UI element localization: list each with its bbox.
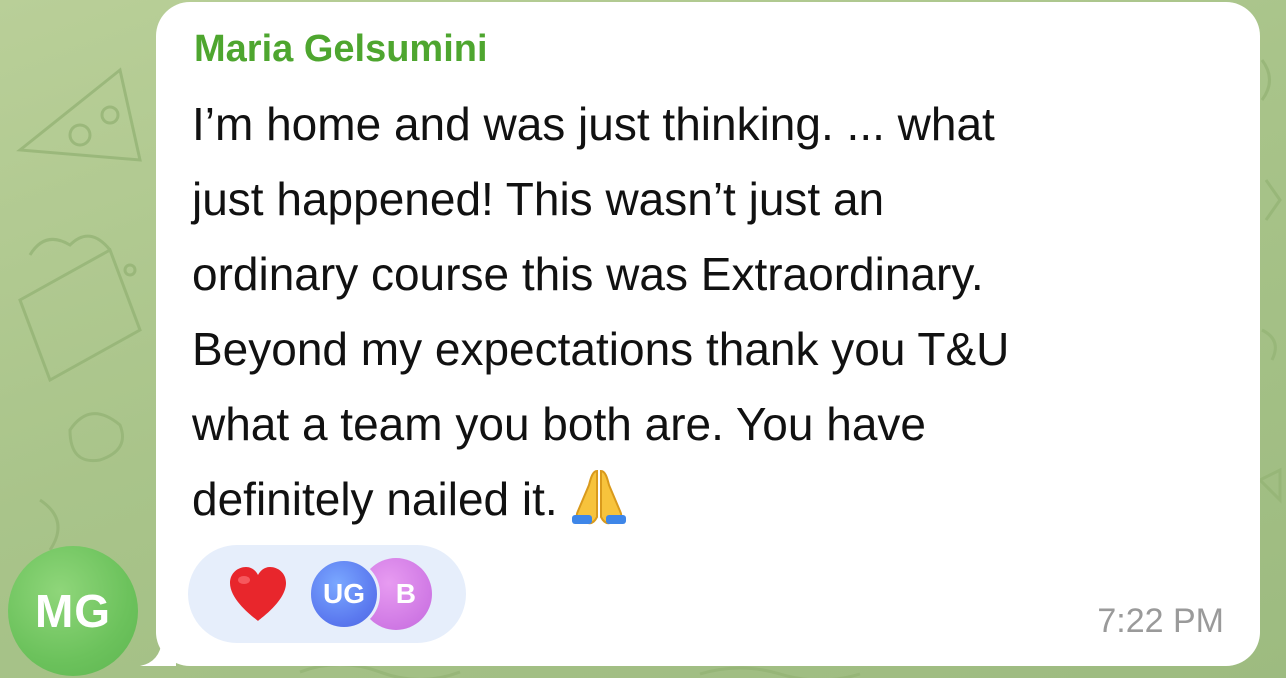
- message-line: Beyond my expectations thank you T&U: [192, 323, 1010, 375]
- reactor-avatar-ug[interactable]: UG: [308, 558, 380, 630]
- avatar-initials: MG: [34, 585, 112, 637]
- message-text: I’m home and was just thinking. ... what…: [192, 87, 1232, 547]
- sender-name[interactable]: Maria Gelsumini: [194, 28, 488, 71]
- reaction-pill[interactable]: B UG: [188, 545, 466, 643]
- message-line: I’m home and was just thinking. ... what: [192, 98, 995, 150]
- message-line: what a team you both are. You have: [192, 398, 926, 450]
- avatar[interactable]: MG: [8, 546, 138, 676]
- folded-hands-icon: [568, 469, 630, 547]
- message-line: ordinary course this was Extraordinary.: [192, 248, 984, 300]
- heart-icon: [230, 567, 286, 621]
- message-line: definitely nailed it.: [192, 473, 558, 525]
- reactor-initials: UG: [323, 578, 365, 609]
- message-line: just happened! This wasn’t just an: [192, 173, 885, 225]
- message-timestamp: 7:22 PM: [1097, 602, 1224, 640]
- message-bubble[interactable]: Maria Gelsumini I’m home and was just th…: [156, 2, 1260, 666]
- reactor-initials: B: [395, 578, 416, 609]
